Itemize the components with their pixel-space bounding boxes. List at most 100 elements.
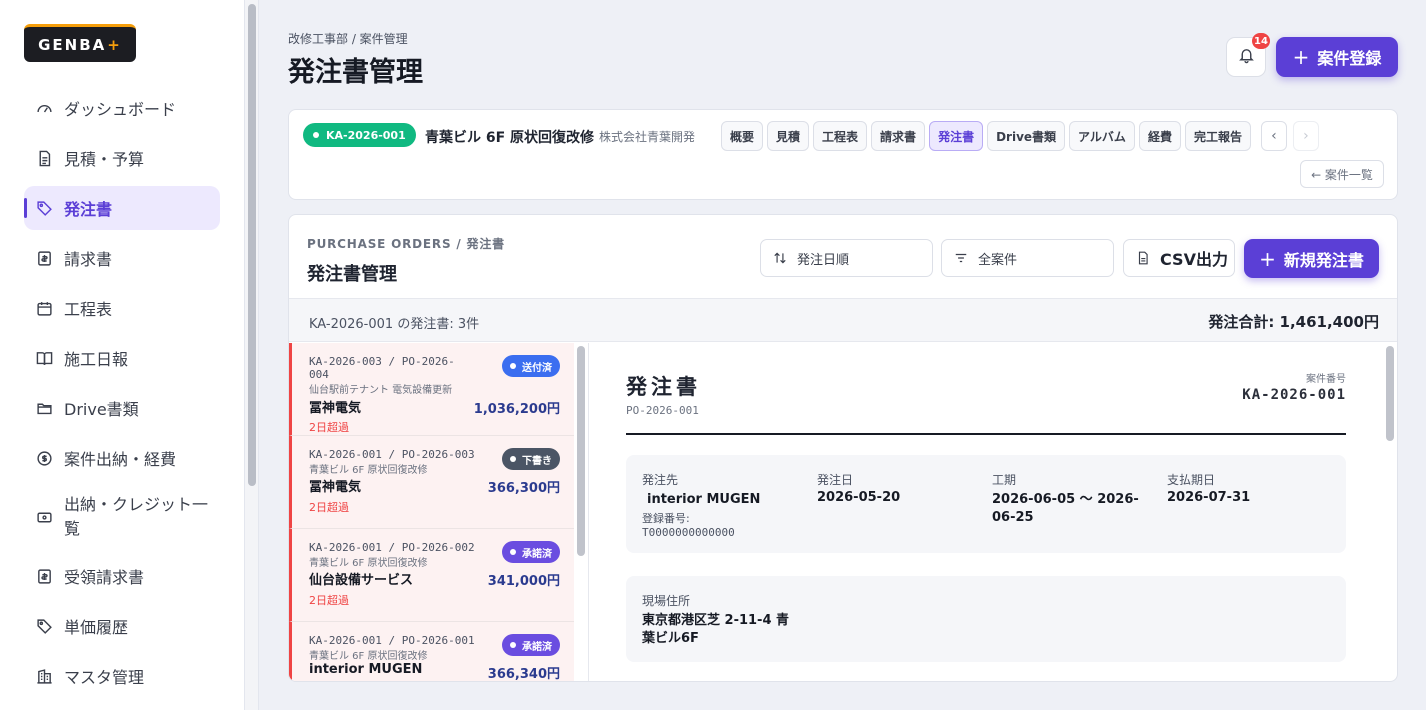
registration-label: 登録番号: bbox=[642, 512, 690, 525]
sidebar-item-purchase-orders[interactable]: 発注書 bbox=[24, 186, 220, 230]
order-date: 2026-05-20 bbox=[817, 490, 901, 505]
gauge-icon bbox=[36, 100, 53, 117]
filter-select[interactable]: 全案件 bbox=[941, 239, 1114, 277]
po-vendor: interior MUGEN bbox=[309, 662, 423, 677]
sidebar-item-schedule[interactable]: 工程表 bbox=[24, 286, 220, 330]
site-address-label: 現場住所 bbox=[642, 594, 691, 608]
tag-icon bbox=[36, 618, 53, 635]
sidebar: GENBA + ダッシュボード 見積・予算 発注書 請求書 工程表 施工日報 Dr… bbox=[0, 0, 245, 710]
csv-label: CSV出力 bbox=[1160, 250, 1228, 269]
sidebar-item-label: ダッシュボード bbox=[64, 100, 177, 119]
po-project: 青葉ビル 6F 原状回復改修 bbox=[309, 558, 428, 569]
sidebar-item-received-invoice[interactable]: 受領請求書 bbox=[24, 554, 220, 598]
tab-drive[interactable]: Drive書類 bbox=[987, 121, 1066, 151]
case-number: KA-2026-001 bbox=[1242, 387, 1346, 403]
tabs-prev-button[interactable]: ‹ bbox=[1260, 121, 1287, 151]
tab-estimate[interactable]: 見積 bbox=[767, 121, 810, 151]
sidebar-item-dashboard[interactable]: ダッシュボード bbox=[24, 86, 220, 130]
case-number-label: 案件番号 bbox=[1306, 374, 1346, 385]
project-id-badge: KA-2026-001 bbox=[303, 123, 416, 147]
po-list: KA-2026-003 / PO-2026-004 仙台駅前テナント 電気設備更… bbox=[289, 343, 589, 682]
sidebar-item-label: 受領請求書 bbox=[64, 568, 145, 587]
tab-completion-report[interactable]: 完工報告 bbox=[1184, 121, 1251, 151]
po-header: PURCHASE ORDERS / 発注書 発注書管理 bbox=[307, 235, 505, 286]
order-date-label: 発注日 bbox=[817, 473, 854, 487]
po-list-item[interactable]: KA-2026-001 / PO-2026-001 青葉ビル 6F 原状回復改修… bbox=[289, 622, 574, 682]
tab-schedule[interactable]: 工程表 bbox=[813, 121, 868, 151]
sidebar-item-label: マスタ管理 bbox=[64, 668, 145, 687]
sidebar-item-label: 出納・クレジット一覧 bbox=[64, 495, 209, 538]
tab-album[interactable]: アルバム bbox=[1069, 121, 1135, 151]
status-badge: 承諾済 bbox=[502, 541, 560, 563]
sort-icon bbox=[773, 251, 787, 265]
sidebar-item-daily-report[interactable]: 施工日報 bbox=[24, 336, 220, 380]
period-label: 工期 bbox=[992, 473, 1017, 487]
project-client: 株式会社青葉開発 bbox=[599, 130, 696, 144]
sidebar-item-project-cash[interactable]: 案件出納・経費 bbox=[24, 436, 220, 480]
back-to-list-button[interactable]: ← 案件一覧 bbox=[1300, 160, 1384, 188]
logo-text: GENBA bbox=[38, 35, 107, 54]
tabs-next-button[interactable]: › bbox=[1292, 121, 1319, 151]
new-po-button[interactable]: + 新規発注書 bbox=[1244, 239, 1379, 278]
sidebar-scrollbar-thumb[interactable] bbox=[248, 4, 256, 486]
tab-overview[interactable]: 概要 bbox=[721, 121, 764, 151]
po-overdue: 2日超過 bbox=[309, 501, 349, 514]
tab-invoice[interactable]: 請求書 bbox=[871, 121, 926, 151]
po-document-preview: 発注書 PO-2026-001 案件番号 KA-2026-001 発注先 int… bbox=[590, 343, 1382, 681]
sidebar-item-label: 単価履歴 bbox=[64, 618, 129, 637]
document-scrollbar[interactable] bbox=[1386, 346, 1394, 441]
supplier-label: 発注先 bbox=[642, 473, 679, 487]
genba-logo[interactable]: GENBA + bbox=[24, 24, 136, 62]
logo-plus: + bbox=[107, 35, 122, 54]
new-po-label: 新規発注書 bbox=[1283, 250, 1364, 270]
sidebar-item-unit-price[interactable]: 単価履歴 bbox=[24, 604, 220, 648]
plus-icon: + bbox=[1292, 45, 1310, 69]
status-label: 送付済 bbox=[522, 362, 552, 374]
sidebar-item-estimate[interactable]: 見積・予算 bbox=[24, 136, 220, 180]
sidebar-item-label: 発注書 bbox=[64, 200, 113, 219]
card-icon bbox=[36, 509, 53, 526]
po-title: 発注書管理 bbox=[307, 264, 397, 285]
dollar-icon bbox=[36, 450, 53, 467]
po-overdue: 2日超過 bbox=[309, 594, 349, 607]
sidebar-item-cash-credit[interactable]: 出納・クレジット一覧 bbox=[24, 486, 220, 548]
document-icon bbox=[36, 150, 53, 167]
sidebar-scrollbar[interactable] bbox=[245, 0, 259, 710]
purchase-orders-panel: PURCHASE ORDERS / 発注書 発注書管理 発注日順 全案件 CSV… bbox=[288, 214, 1398, 682]
project-id: KA-2026-001 bbox=[326, 128, 406, 142]
sidebar-item-label: 施工日報 bbox=[64, 350, 129, 369]
notification-badge: 14 bbox=[1252, 33, 1270, 49]
po-subtitle: PURCHASE ORDERS / 発注書 bbox=[307, 237, 505, 251]
po-amount: 341,000円 bbox=[487, 574, 560, 589]
doc-title: 発注書 bbox=[626, 375, 701, 399]
register-project-button[interactable]: + 案件登録 bbox=[1276, 37, 1398, 77]
po-vendor: 冨神電気 bbox=[309, 480, 362, 495]
filter-icon bbox=[954, 251, 968, 265]
register-label: 案件登録 bbox=[1317, 49, 1382, 68]
tab-expense[interactable]: 経費 bbox=[1138, 121, 1181, 151]
tab-purchase-orders[interactable]: 発注書 bbox=[929, 121, 984, 151]
po-list-item[interactable]: KA-2026-001 / PO-2026-002 青葉ビル 6F 原状回復改修… bbox=[289, 529, 574, 622]
sidebar-item-label: Drive書類 bbox=[64, 400, 139, 419]
list-scrollbar[interactable] bbox=[577, 346, 585, 556]
po-total: 発注合計: 1,461,400円 bbox=[1208, 313, 1379, 331]
status-label: 承諾済 bbox=[522, 641, 552, 653]
sort-select[interactable]: 発注日順 bbox=[760, 239, 933, 277]
status-label: 承諾済 bbox=[522, 548, 552, 560]
building-icon bbox=[36, 668, 53, 685]
po-amount: 366,340円 bbox=[487, 667, 560, 682]
period: 2026-06-05 〜 2026-06-25 bbox=[992, 492, 1139, 525]
site-address: 東京都港区芝 2-11-4 青葉ビル6F bbox=[642, 613, 790, 646]
bell-icon bbox=[1238, 47, 1255, 68]
csv-export-button[interactable]: CSV出力 bbox=[1123, 239, 1235, 277]
receipt-icon bbox=[36, 568, 53, 585]
sidebar-item-master[interactable]: マスタ管理 bbox=[24, 654, 220, 698]
po-list-item[interactable]: KA-2026-001 / PO-2026-003 青葉ビル 6F 原状回復改修… bbox=[289, 436, 574, 529]
sidebar-nav: ダッシュボード 見積・予算 発注書 請求書 工程表 施工日報 Drive書類 案… bbox=[24, 86, 220, 704]
po-vendor: 冨神電気 bbox=[309, 401, 362, 416]
sidebar-item-drive[interactable]: Drive書類 bbox=[24, 386, 220, 430]
po-count: KA-2026-001 の発注書: 3件 bbox=[309, 317, 480, 332]
project-card: KA-2026-001 青葉ビル 6F 原状回復改修 株式会社青葉開発 概要 見… bbox=[288, 109, 1398, 200]
sidebar-item-invoice[interactable]: 請求書 bbox=[24, 236, 220, 280]
po-list-item[interactable]: KA-2026-003 / PO-2026-004 仙台駅前テナント 電気設備更… bbox=[289, 343, 574, 436]
